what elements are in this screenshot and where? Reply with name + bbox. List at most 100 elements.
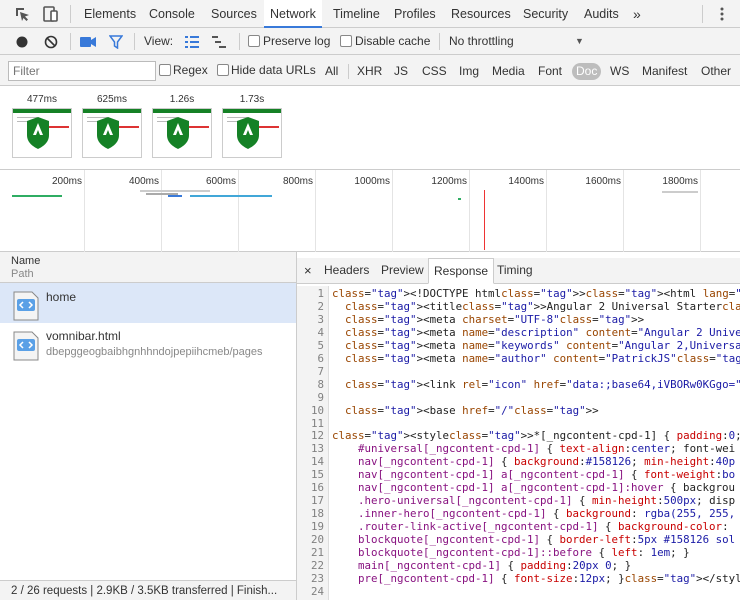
line-number: 8: [317, 377, 324, 391]
disable-cache-label: Disable cache: [355, 34, 431, 48]
filter-type-manifest[interactable]: Manifest: [638, 63, 691, 80]
filter-type-media[interactable]: Media: [488, 63, 529, 80]
filter-type-js[interactable]: JS: [390, 63, 412, 80]
request-bar: [662, 191, 698, 193]
tick-label: 1200ms: [431, 176, 467, 187]
angular-shield-icon: [97, 117, 119, 149]
line-number: 19: [310, 520, 324, 534]
filter-type-doc[interactable]: Doc: [572, 63, 602, 80]
line-number: 20: [310, 533, 324, 547]
grid-tick: [238, 170, 239, 252]
filter-type-xhr[interactable]: XHR: [353, 63, 386, 80]
kebab-menu-icon[interactable]: [708, 0, 736, 28]
load-event-marker: [484, 190, 485, 250]
filmstrip-frame[interactable]: 625ms: [81, 94, 143, 158]
code-line: nav[_ngcontent-cpd-1] a[_ngcontent-cpd-1…: [358, 481, 736, 495]
network-overview-timeline[interactable]: 200ms 400ms 600ms 800ms 1000ms 1200ms 14…: [0, 170, 740, 252]
devtools-panel-tabbar: Elements Console Sources Network Timelin…: [0, 0, 740, 28]
frame-time: 477ms: [26, 94, 57, 105]
clear-icon[interactable]: [41, 28, 61, 55]
code-line: pre[_ngcontent-cpd-1] { font-size:12px; …: [358, 571, 740, 585]
code-line: class="tag"><meta name="author" content=…: [345, 351, 740, 365]
name-column-header[interactable]: Name: [11, 255, 296, 267]
grid-tick: [84, 170, 85, 252]
code-line: .router-link-active[_ngcontent-cpd-1] { …: [358, 520, 729, 534]
request-list-header[interactable]: Name Path: [0, 252, 296, 283]
code-line: class="tag"><meta name="keywords" conten…: [345, 338, 740, 352]
request-bar: [190, 195, 272, 197]
document-icon: [13, 331, 39, 361]
divider: [439, 33, 440, 50]
large-rows-icon[interactable]: [182, 28, 202, 55]
line-number: 24: [310, 584, 324, 598]
filter-icon[interactable]: [106, 28, 126, 55]
code-line: blockquote[_ngcontent-cpd-1]::before { l…: [358, 546, 690, 559]
waterfall-overview-icon[interactable]: [209, 28, 229, 55]
hide-data-urls-checkbox[interactable]: [217, 64, 229, 76]
tab-console[interactable]: Console: [143, 0, 201, 28]
video-capture-icon[interactable]: [78, 28, 98, 55]
preserve-log-checkbox[interactable]: [248, 35, 260, 47]
line-number: 6: [317, 351, 324, 365]
filter-type-img[interactable]: Img: [455, 63, 483, 80]
filter-type-other[interactable]: Other: [697, 63, 735, 80]
tab-timeline[interactable]: Timeline: [327, 0, 386, 28]
line-number: 4: [317, 325, 324, 339]
tick-label: 1800ms: [662, 176, 698, 187]
filmstrip-frame[interactable]: 477ms: [11, 94, 73, 158]
record-icon[interactable]: [12, 28, 32, 55]
code-line: blockquote[_ngcontent-cpd-1] { border-le…: [358, 533, 736, 547]
line-number: 7: [317, 364, 324, 378]
disable-cache-checkbox[interactable]: [340, 35, 352, 47]
code-line: class="tag"><meta name="description" con…: [345, 325, 740, 339]
filter-type-css[interactable]: CSS: [418, 63, 451, 80]
request-name: home: [46, 290, 77, 304]
view-label: View:: [144, 34, 174, 48]
filter-bar: Regex Hide data URLs All XHR JS CSS Img …: [0, 55, 740, 86]
tab-security[interactable]: Security: [517, 0, 574, 28]
hide-data-urls-label: Hide data URLs: [231, 63, 316, 77]
frame-thumbnail: [222, 108, 282, 158]
tab-network[interactable]: Network: [264, 0, 322, 28]
tab-profiles[interactable]: Profiles: [388, 0, 442, 28]
more-tabs-button[interactable]: »: [627, 0, 647, 28]
tab-headers[interactable]: Headers: [319, 258, 374, 283]
tick-label: 600ms: [205, 176, 236, 187]
request-row[interactable]: home: [0, 283, 296, 323]
tab-response[interactable]: Response: [428, 258, 495, 284]
request-name: vomnibar.html: [46, 329, 121, 343]
throttling-select[interactable]: No throttling ▼: [449, 28, 587, 55]
filter-type-ws[interactable]: WS: [606, 63, 633, 80]
line-number-gutter: 1 2 3 4 5 6 7 8 9 10 11 12 13 14 15 16 17 18 19 20 21 22 23 24: [297, 286, 329, 600]
line-number: 23: [310, 571, 324, 585]
tab-sources[interactable]: Sources: [205, 0, 263, 28]
divider: [70, 33, 71, 50]
inspect-element-icon[interactable]: [8, 0, 36, 28]
tick-label: 400ms: [128, 176, 159, 187]
request-list: Name Path home vomnibar.html dbepggeogba…: [0, 252, 297, 600]
divider: [239, 33, 240, 50]
filmstrip-frame[interactable]: 1.73s: [221, 94, 283, 158]
request-row[interactable]: vomnibar.html dbepggeogbaibhgnhhndojpepi…: [0, 323, 296, 363]
divider: [702, 5, 703, 23]
close-detail-button[interactable]: ×: [299, 258, 317, 283]
tab-audits[interactable]: Audits: [578, 0, 625, 28]
filmstrip-frame[interactable]: 1.26s: [151, 94, 213, 158]
device-mode-icon[interactable]: [36, 0, 64, 28]
tab-resources[interactable]: Resources: [445, 0, 517, 28]
request-path: dbepggeogbaibhgnhhndojpepiihcmeb/pages: [46, 346, 263, 358]
line-number: 12: [310, 429, 324, 443]
filter-input[interactable]: [8, 61, 156, 81]
response-source-viewer[interactable]: 1 2 3 4 5 6 7 8 9 10 11 12 13 14 15 16 17 18 19 20 21 22 23 24 …: [297, 286, 740, 600]
filter-type-font[interactable]: Font: [534, 63, 566, 80]
document-icon: [13, 291, 39, 321]
tick-label: 200ms: [51, 176, 82, 187]
tab-elements[interactable]: Elements: [78, 0, 142, 28]
tab-timing[interactable]: Timing: [492, 258, 538, 283]
throttling-value: No throttling: [449, 34, 514, 48]
filter-type-all[interactable]: All: [321, 63, 342, 80]
tick-label: 1400ms: [508, 176, 544, 187]
tab-preview[interactable]: Preview: [376, 258, 429, 283]
regex-checkbox[interactable]: [159, 64, 171, 76]
code-line: class="tag"><base href="/"class="tag">>: [345, 403, 599, 417]
